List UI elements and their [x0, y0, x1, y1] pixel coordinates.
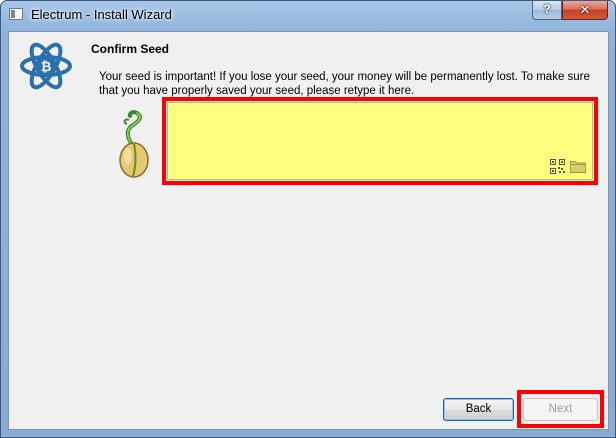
electrum-logo-icon: ₿	[20, 42, 72, 90]
qr-code-icon[interactable]	[550, 159, 565, 174]
seed-instructions: Your seed is important! If you lose your…	[99, 71, 590, 97]
back-button[interactable]: Back	[443, 398, 514, 421]
folder-icon[interactable]	[570, 159, 586, 173]
seed-input[interactable]	[167, 102, 593, 180]
window-app-icon[interactable]	[9, 8, 23, 20]
help-button[interactable]: ?	[532, 1, 562, 20]
next-button[interactable]: Next	[523, 398, 598, 421]
svg-text:₿: ₿	[41, 60, 52, 75]
window-title: Electrum - Install Wizard	[31, 7, 172, 22]
install-wizard-window: Electrum - Install Wizard ? ✕ ₿ Confirm …	[0, 0, 616, 438]
seed-sprout-icon	[119, 110, 149, 178]
wizard-content: ₿ Confirm Seed Your seed is important! I…	[8, 31, 609, 430]
close-button[interactable]: ✕	[562, 1, 608, 20]
title-bar[interactable]: Electrum - Install Wizard ? ✕	[1, 1, 615, 31]
page-title: Confirm Seed	[91, 42, 170, 56]
